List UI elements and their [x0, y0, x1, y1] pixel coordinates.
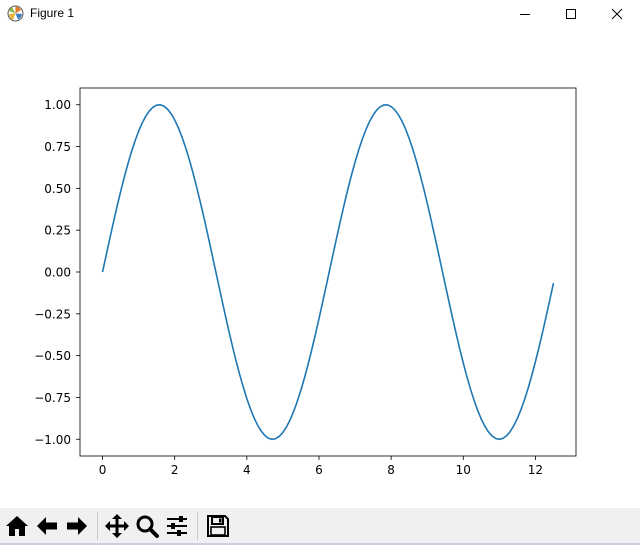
toolbar-separator — [97, 512, 98, 540]
home-button[interactable] — [3, 512, 31, 540]
toolbar-separator — [197, 512, 198, 540]
configure-subplots-button[interactable] — [163, 512, 191, 540]
figure-window: Figure 1 0 2 4 6 8 10 12 1.00 0.75 0.50 0.25 0.00 −0… — [0, 0, 640, 545]
window-title: Figure 1 — [30, 6, 75, 20]
floppy-disk-icon — [207, 515, 229, 537]
x-tick-label: 4 — [243, 463, 251, 477]
forward-button[interactable] — [63, 512, 91, 540]
maximize-button[interactable] — [548, 0, 594, 28]
close-button[interactable] — [594, 0, 640, 28]
save-button[interactable] — [204, 512, 232, 540]
y-tick-label: −0.50 — [34, 349, 71, 363]
y-tick-label: 1.00 — [44, 98, 71, 112]
magnifier-icon — [136, 515, 159, 538]
sliders-icon — [167, 516, 187, 536]
zoom-button[interactable] — [133, 512, 161, 540]
series-line-sin — [101, 103, 555, 441]
y-tick-label: −0.75 — [34, 391, 71, 405]
arrow-left-icon — [37, 517, 57, 535]
move-icon — [105, 514, 129, 538]
x-tick-label: 6 — [315, 463, 323, 477]
x-tick-label: 8 — [387, 463, 395, 477]
y-tick-label: −1.00 — [34, 433, 71, 447]
close-icon — [611, 8, 623, 20]
minimize-button[interactable] — [502, 0, 548, 28]
y-tick-label: 0.50 — [44, 182, 71, 196]
y-tick-label: 0.25 — [44, 224, 71, 238]
navigation-toolbar — [0, 508, 640, 543]
minimize-icon — [520, 14, 530, 15]
maximize-icon — [566, 9, 576, 19]
title-bar[interactable]: Figure 1 — [0, 0, 640, 28]
y-tick-label: 0.00 — [44, 266, 71, 280]
home-icon — [6, 516, 28, 536]
ticks-layer: 0 2 4 6 8 10 12 1.00 0.75 0.50 0.25 0.00 −0.25 −0.50 −… — [34, 98, 543, 477]
y-tick-label: −0.25 — [34, 307, 71, 321]
arrow-right-icon — [67, 517, 87, 535]
x-tick-label: 2 — [171, 463, 179, 477]
pan-button[interactable] — [103, 512, 131, 540]
x-tick-label: 12 — [528, 463, 543, 477]
plot-svg: 0 2 4 6 8 10 12 1.00 0.75 0.50 0.25 0.00 −0.25 −0.50 −… — [34, 87, 577, 477]
back-button[interactable] — [33, 512, 61, 540]
y-tick-label: 0.75 — [44, 140, 71, 154]
x-tick-label: 0 — [99, 463, 107, 477]
matplotlib-logo-icon — [7, 5, 24, 22]
x-tick-label: 10 — [456, 463, 471, 477]
figure-canvas[interactable]: 0 2 4 6 8 10 12 1.00 0.75 0.50 0.25 0.00 −0.25 −0.50 −… — [0, 28, 640, 508]
axes-frame — [79, 87, 577, 457]
